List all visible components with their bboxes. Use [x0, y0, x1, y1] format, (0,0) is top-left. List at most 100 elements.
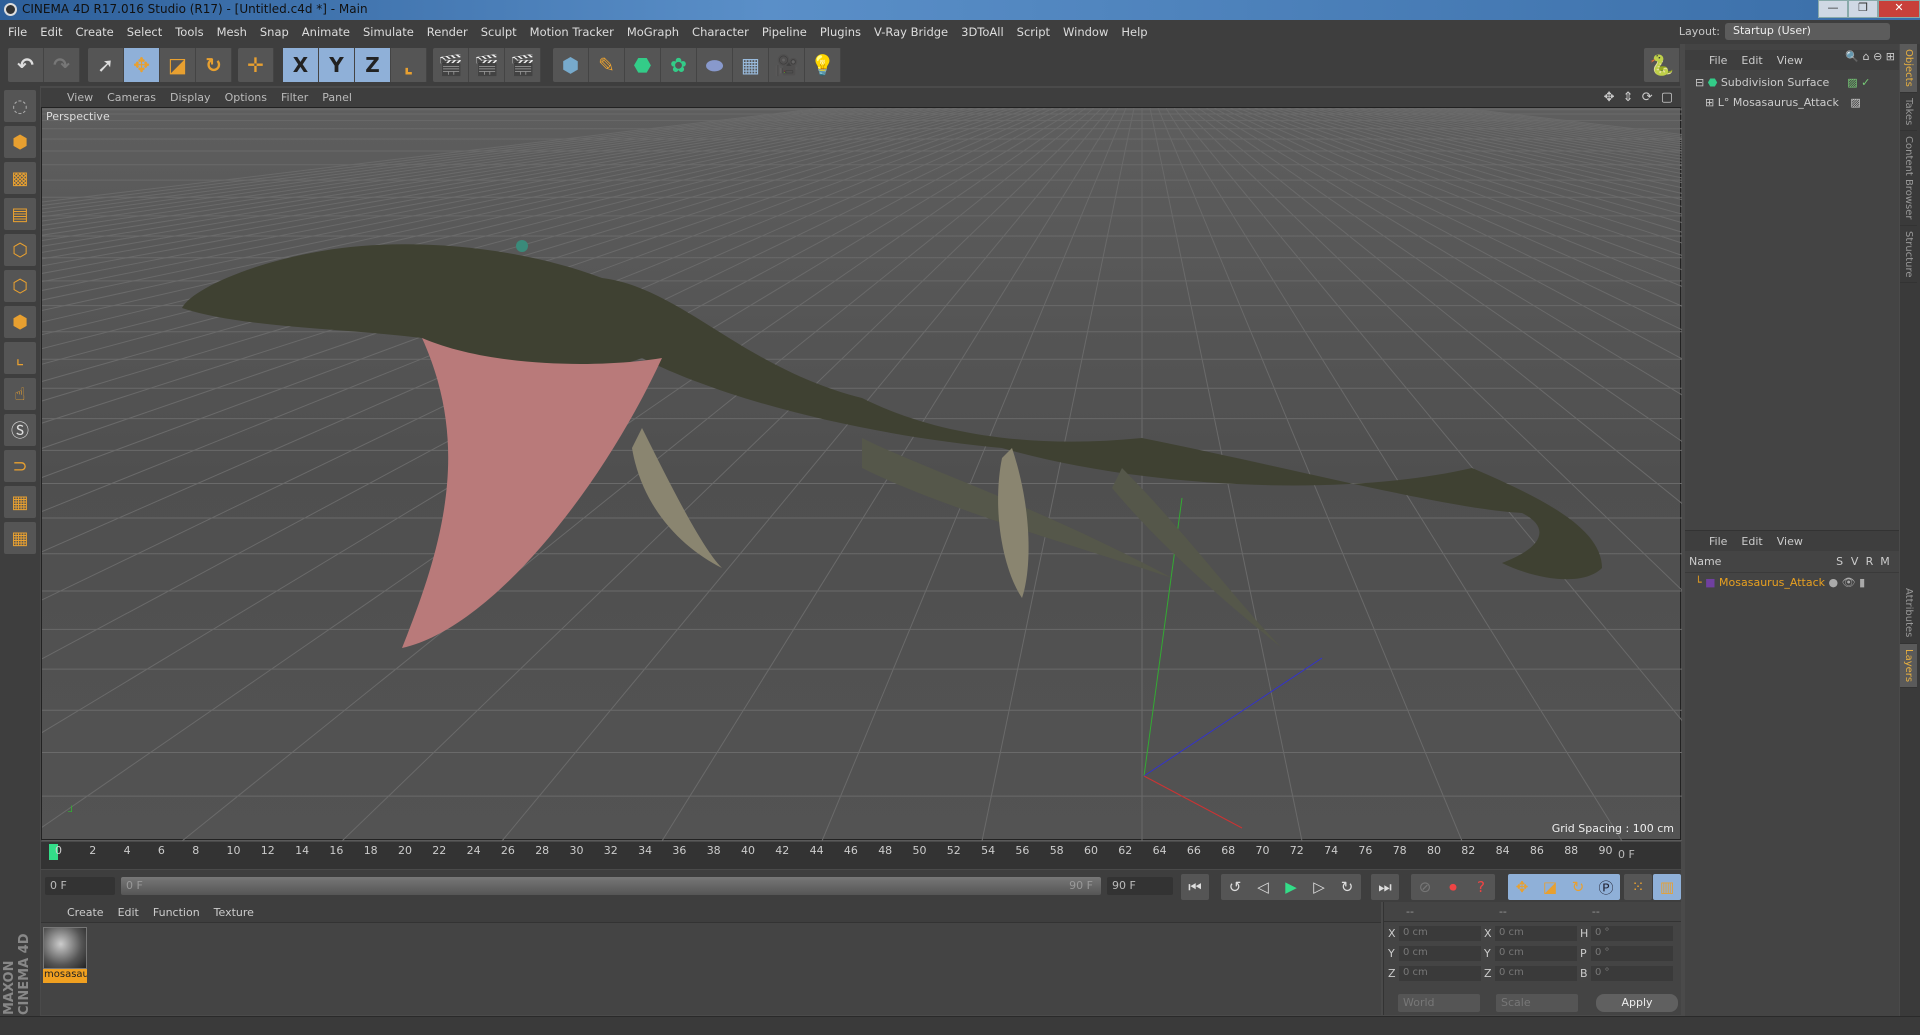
coord-field[interactable]: 0 °	[1591, 926, 1673, 941]
key-rotation-button[interactable]: ↻	[1564, 874, 1592, 900]
cube-primitive-icon[interactable]: ⬢	[553, 48, 589, 82]
material-menu-edit[interactable]: Edit	[118, 906, 139, 919]
menu-animate[interactable]: Animate	[302, 25, 350, 39]
z-axis-lock-button[interactable]: Z	[355, 48, 391, 82]
make-editable-icon[interactable]: ◌	[4, 90, 36, 122]
coordinate-system-button[interactable]: ⌞	[391, 48, 427, 82]
coord-field[interactable]: 0 °	[1591, 966, 1673, 981]
tab-takes[interactable]: Takes	[1900, 93, 1917, 132]
menu-simulate[interactable]: Simulate	[363, 25, 414, 39]
layer-column-name[interactable]: Name	[1689, 555, 1836, 568]
x-axis-lock-button[interactable]: X	[283, 48, 319, 82]
menu-character[interactable]: Character	[692, 25, 749, 39]
axis-mode-icon[interactable]: ⌞	[4, 342, 36, 374]
perspective-view[interactable]: Perspective ⅃ Grid Spacing : 100 cm	[41, 107, 1682, 841]
menu-edit[interactable]: Edit	[40, 25, 62, 39]
subdivision-surface-icon[interactable]: ⬣	[625, 48, 661, 82]
maximize-button[interactable]: ❐	[1848, 0, 1878, 18]
object-menu-view[interactable]: View	[1777, 54, 1803, 67]
menu-motion-tracker[interactable]: Motion Tracker	[530, 25, 614, 39]
scale-tool-button[interactable]: ◪	[160, 48, 196, 82]
start-frame-field[interactable]: 0 F	[45, 877, 115, 895]
minimize-button[interactable]: —	[1818, 0, 1848, 18]
material-swatch[interactable]: mosasau	[43, 927, 87, 985]
floor-icon[interactable]: ▦	[733, 48, 769, 82]
object-menu-edit[interactable]: Edit	[1741, 54, 1762, 67]
planar-workplane-icon[interactable]: ▦	[4, 522, 36, 554]
menu-sculpt[interactable]: Sculpt	[481, 25, 517, 39]
menu-pipeline[interactable]: Pipeline	[762, 25, 807, 39]
coord-field[interactable]: 0 cm	[1495, 946, 1577, 961]
preview-range-slider[interactable]: 0 F 90 F	[121, 877, 1101, 895]
timeline-ruler[interactable]: 0 2 4 6 8 10 12 14 16 18 20 22 24 26 28 30 32 34 36 38 40 42 4…	[41, 842, 1681, 869]
viewport-menu-options[interactable]: Options	[225, 91, 267, 104]
coord-field[interactable]: 0 cm	[1399, 946, 1481, 961]
key-scale-button[interactable]: ◪	[1536, 874, 1564, 900]
object-manager-icons[interactable]: 🔍 ⌂ ⊖ ⊞	[1845, 50, 1895, 63]
texture-mode-icon[interactable]: ▩	[4, 162, 36, 194]
next-frame-button[interactable]: ▷	[1305, 874, 1333, 900]
render-settings-icon[interactable]: 🎬	[505, 48, 541, 82]
render-picture-viewer-icon[interactable]: 🎬	[469, 48, 505, 82]
light-icon[interactable]: 💡	[805, 48, 841, 82]
tweak-mode-icon[interactable]: ☝	[4, 378, 36, 410]
menu-script[interactable]: Script	[1017, 25, 1050, 39]
python-icon[interactable]: 🐍	[1644, 48, 1680, 82]
coord-field[interactable]: 0 cm	[1495, 966, 1577, 981]
tab-attributes[interactable]: Attributes	[1900, 583, 1917, 644]
menu-mograph[interactable]: MoGraph	[627, 25, 679, 39]
go-to-end-button[interactable]: ⏭	[1371, 874, 1399, 900]
current-frame-field[interactable]: 0 F	[1613, 846, 1679, 864]
edges-mode-icon[interactable]: ⬡	[4, 270, 36, 302]
menu-render[interactable]: Render	[427, 25, 468, 39]
layer-menu-edit[interactable]: Edit	[1741, 535, 1762, 548]
menu-create[interactable]: Create	[76, 25, 114, 39]
menu-window[interactable]: Window	[1063, 25, 1108, 39]
menu-snap[interactable]: Snap	[260, 25, 289, 39]
rotate-tool-button[interactable]: ↻	[196, 48, 232, 82]
size-mode-dropdown[interactable]: Scale	[1496, 994, 1578, 1012]
coord-field[interactable]: 0 cm	[1399, 926, 1481, 941]
menu-select[interactable]: Select	[127, 25, 162, 39]
menu-3dtoall[interactable]: 3DToAll	[961, 25, 1004, 39]
prev-frame-button[interactable]: ◁	[1249, 874, 1277, 900]
cloner-icon[interactable]: ✿	[661, 48, 697, 82]
key-param-button[interactable]: Ⓟ	[1592, 874, 1620, 900]
autokey-button[interactable]: ⏺	[1439, 874, 1467, 900]
coord-field[interactable]: 0 °	[1591, 946, 1673, 961]
menu-help[interactable]: Help	[1121, 25, 1147, 39]
tab-objects[interactable]: Objects	[1900, 44, 1917, 93]
menu-v-ray-bridge[interactable]: V-Ray Bridge	[874, 25, 948, 39]
layer-column-s[interactable]: S	[1836, 555, 1851, 568]
camera-icon[interactable]: 🎥	[769, 48, 805, 82]
viewport-menu-view[interactable]: View	[67, 91, 93, 104]
apply-button[interactable]: Apply	[1596, 994, 1678, 1012]
model-mode-icon[interactable]: ⬢	[4, 126, 36, 158]
pen-spline-icon[interactable]: ✎	[589, 48, 625, 82]
record-disabled-icon[interactable]: ⊘	[1411, 874, 1439, 900]
viewport-menu-panel[interactable]: Panel	[322, 91, 352, 104]
key-position-button[interactable]: ✥	[1508, 874, 1536, 900]
play-button[interactable]: ▶	[1277, 874, 1305, 900]
tab-layers[interactable]: Layers	[1900, 643, 1917, 688]
recent-tools-button[interactable]: ✛	[238, 48, 274, 82]
magnet-icon[interactable]: ⊃	[4, 450, 36, 482]
end-frame-field[interactable]: 90 F	[1107, 877, 1173, 895]
viewport-menu-filter[interactable]: Filter	[281, 91, 308, 104]
move-tool-button[interactable]: ✥	[124, 48, 160, 82]
tab-content-browser[interactable]: Content Browser	[1900, 131, 1917, 226]
go-to-start-button[interactable]: ⏮	[1181, 874, 1209, 900]
menu-mesh[interactable]: Mesh	[217, 25, 247, 39]
key-pla-button[interactable]: ⁙	[1624, 874, 1652, 900]
render-view-icon[interactable]: 🎬	[433, 48, 469, 82]
points-mode-icon[interactable]: ⬡	[4, 234, 36, 266]
deformer-icon[interactable]: ⬬	[697, 48, 733, 82]
layout-dropdown[interactable]: Startup (User)	[1725, 23, 1890, 40]
material-menu-texture[interactable]: Texture	[214, 906, 254, 919]
workplane-lock-icon[interactable]: ▦	[4, 486, 36, 518]
material-menu-function[interactable]: Function	[153, 906, 200, 919]
workplane-icon[interactable]: ▤	[4, 198, 36, 230]
viewport-menu-cameras[interactable]: Cameras	[107, 91, 156, 104]
menu-plugins[interactable]: Plugins	[820, 25, 861, 39]
next-key-button[interactable]: ↻	[1333, 874, 1361, 900]
